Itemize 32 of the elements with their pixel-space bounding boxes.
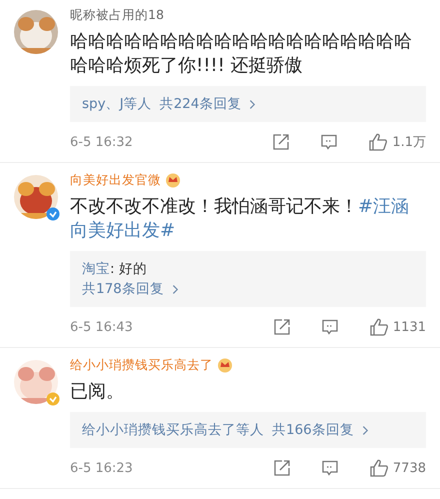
comment-icon[interactable]: [320, 133, 338, 151]
user-name[interactable]: 向美好出发官微: [70, 172, 161, 188]
chevron-icon: [249, 98, 256, 110]
comment-icon[interactable]: [320, 459, 339, 477]
thumbs-up-icon[interactable]: [368, 317, 389, 337]
reply-participants[interactable]: spy、J等人: [82, 94, 152, 114]
chevron-icon: [362, 424, 369, 436]
like-count: 1131: [392, 320, 426, 334]
share-icon[interactable]: [272, 459, 291, 477]
thumbs-up-icon[interactable]: [368, 132, 388, 152]
like-count: 7738: [392, 460, 426, 476]
timestamp: 6-5 16:43: [70, 320, 133, 334]
timestamp: 6-5 16:23: [70, 460, 133, 476]
thumbs-up-icon[interactable]: [368, 458, 389, 478]
like-count: 1.1万: [392, 134, 426, 151]
comment-text: 哈哈哈哈哈哈哈哈哈哈哈哈哈哈哈哈哈哈哈哈哈哈烦死了你!!!! 还挺骄傲: [70, 30, 413, 78]
reply-count-link[interactable]: 共178条回复: [82, 279, 164, 299]
crown-icon: [217, 357, 233, 373]
user-name[interactable]: 昵称被占用的18: [70, 6, 164, 24]
comment-text: 不改不改不准改！我怕涵哥记不来！#汪涵向美好出发#: [70, 195, 410, 243]
reply-preview[interactable]: 淘宝: 好的: [82, 259, 414, 279]
reply-participants[interactable]: 给小小琑攒钱买乐高去了等人: [82, 420, 264, 440]
chevron-icon: [172, 284, 179, 294]
reply-count-link[interactable]: 共224条回复: [160, 94, 242, 114]
share-icon[interactable]: [272, 318, 291, 336]
share-icon[interactable]: [272, 133, 290, 151]
comment-icon[interactable]: [320, 318, 339, 336]
comment-text: 已阅。: [70, 380, 125, 404]
reply-count-link[interactable]: 共166条回复: [272, 420, 354, 440]
user-name[interactable]: 给小小琑攒钱买乐高去了: [70, 356, 213, 374]
timestamp: 6-5 16:32: [70, 134, 133, 150]
crown-icon: [165, 172, 181, 188]
